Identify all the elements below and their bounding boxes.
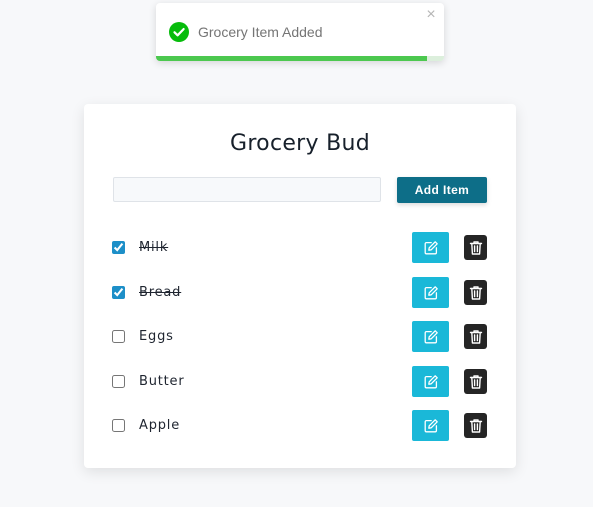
edit-icon xyxy=(412,366,449,397)
delete-item-button[interactable] xyxy=(464,324,487,349)
add-item-button[interactable]: Add Item xyxy=(397,177,487,203)
item-checkbox[interactable] xyxy=(112,330,125,343)
grocery-card: Grocery Bud Add Item Milk Bread Eggs But… xyxy=(84,104,516,468)
trash-icon xyxy=(464,235,487,260)
edit-icon xyxy=(412,277,449,308)
edit-item-button[interactable] xyxy=(412,366,449,397)
edit-icon xyxy=(412,410,449,441)
item-name: Apple xyxy=(139,418,181,433)
delete-item-button[interactable] xyxy=(464,413,487,438)
trash-icon xyxy=(464,324,487,349)
delete-item-button[interactable] xyxy=(464,280,487,305)
list-item: Apple xyxy=(84,410,516,442)
grocery-item-input[interactable] xyxy=(113,177,381,202)
list-item: Milk xyxy=(84,232,516,264)
item-name: Milk xyxy=(139,240,169,255)
delete-item-button[interactable] xyxy=(464,369,487,394)
toast-close-icon[interactable]: × xyxy=(425,7,437,23)
edit-item-button[interactable] xyxy=(412,232,449,263)
trash-icon xyxy=(464,280,487,305)
edit-item-button[interactable] xyxy=(412,321,449,352)
delete-item-button[interactable] xyxy=(464,235,487,260)
item-name: Eggs xyxy=(139,329,174,344)
trash-icon xyxy=(464,369,487,394)
page-title: Grocery Bud xyxy=(229,131,371,156)
item-checkbox[interactable] xyxy=(112,241,125,254)
list-item: Eggs xyxy=(84,321,516,353)
toast-progress-fill xyxy=(156,56,427,61)
item-checkbox[interactable] xyxy=(112,375,125,388)
item-checkbox[interactable] xyxy=(112,286,125,299)
trash-icon xyxy=(464,413,487,438)
edit-icon xyxy=(412,232,449,263)
item-name: Butter xyxy=(139,374,185,389)
item-checkbox[interactable] xyxy=(112,419,125,432)
edit-item-button[interactable] xyxy=(412,410,449,441)
toast-progress-bar xyxy=(156,56,444,61)
list-item: Butter xyxy=(84,366,516,398)
item-name: Bread xyxy=(139,285,182,300)
toast-notification[interactable]: Grocery Item Added × xyxy=(156,3,444,61)
list-item: Bread xyxy=(84,277,516,309)
edit-icon xyxy=(412,321,449,352)
toast-message: Grocery Item Added xyxy=(198,24,323,40)
check-circle-icon xyxy=(169,22,189,42)
edit-item-button[interactable] xyxy=(412,277,449,308)
